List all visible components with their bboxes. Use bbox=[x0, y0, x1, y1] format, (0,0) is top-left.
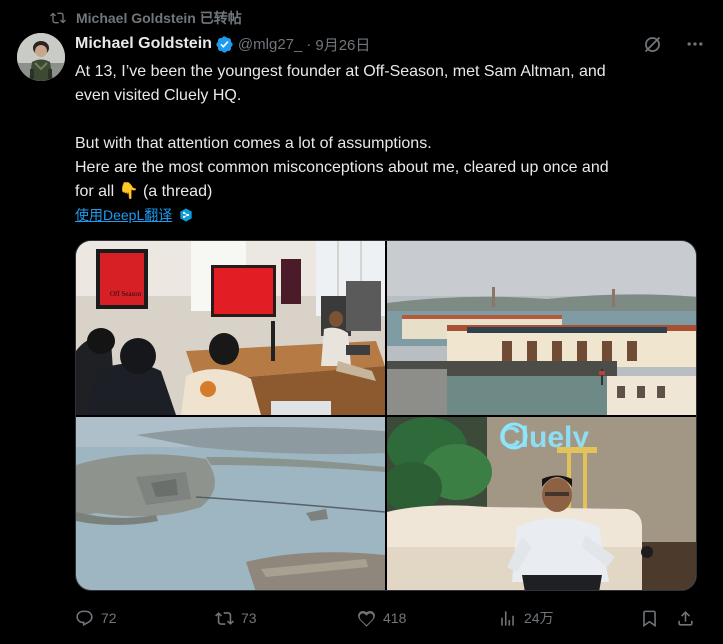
tweet-line-5: Here are the most common misconceptions … bbox=[75, 159, 609, 176]
tweet-line-2: even visited Cluely HQ. bbox=[75, 87, 242, 104]
like-count: 418 bbox=[383, 610, 407, 626]
avatar[interactable] bbox=[17, 33, 65, 81]
tweet-line-1: At 13, I’ve been the youngest founder at… bbox=[75, 63, 606, 80]
repost-icon bbox=[215, 611, 234, 625]
views-count: 24万 bbox=[524, 610, 554, 626]
reply-button[interactable]: 72 bbox=[75, 609, 117, 628]
tweet-header: Michael Goldstein @mlg27_ · 9月26日 bbox=[75, 33, 705, 55]
office-presentation-photo[interactable]: Off Season bbox=[76, 241, 385, 415]
translate-link[interactable]: 使用DeepL翻译 bbox=[75, 205, 194, 225]
retweet-banner-text: Michael Goldstein 已转帖 bbox=[76, 10, 242, 26]
repost-count: 73 bbox=[241, 610, 257, 626]
author-name[interactable]: Michael Goldstein bbox=[75, 35, 212, 53]
tweet-date[interactable]: 9月26日 bbox=[315, 34, 370, 55]
office-sign-text: Off Season bbox=[110, 290, 142, 298]
share-button[interactable] bbox=[676, 609, 695, 628]
grok-icon[interactable] bbox=[642, 34, 663, 55]
retweet-banner[interactable]: Michael Goldstein 已转帖 bbox=[50, 8, 242, 28]
reply-icon bbox=[76, 610, 93, 626]
author-handle[interactable]: @mlg27_ bbox=[238, 36, 302, 53]
tweet-body: At 13, I’ve been the youngest founder at… bbox=[75, 60, 705, 204]
translate-label[interactable]: 使用DeepL翻译 bbox=[75, 205, 172, 225]
tweet-actions: 72 73 418 24万 bbox=[75, 606, 697, 630]
cluely-hq-photo[interactable]: Cluely bbox=[387, 417, 696, 590]
like-button[interactable]: 418 bbox=[357, 609, 406, 628]
reply-count: 72 bbox=[101, 610, 117, 626]
tweet-paragraph-gap bbox=[75, 108, 705, 132]
pier-bay-photo[interactable] bbox=[387, 241, 696, 415]
more-options-icon[interactable] bbox=[685, 34, 705, 54]
media-grid: Off Season Cluely bbox=[75, 240, 697, 591]
repost-button[interactable]: 73 bbox=[215, 609, 257, 628]
tweet-line-4: But with that attention comes a lot of a… bbox=[75, 135, 432, 152]
heart-icon bbox=[358, 610, 375, 627]
retweet-icon bbox=[50, 12, 66, 24]
tweet-line-6: for all 👇 (a thread) bbox=[75, 183, 213, 200]
header-separator: · bbox=[306, 35, 312, 53]
deepl-icon bbox=[180, 208, 192, 222]
verified-badge-icon[interactable] bbox=[215, 35, 234, 54]
views-chart-icon bbox=[501, 610, 514, 626]
share-icon bbox=[678, 610, 693, 626]
views-button[interactable]: 24万 bbox=[498, 608, 554, 628]
tweet-card[interactable]: Michael Goldstein 已转帖 Michael Goldstein … bbox=[0, 0, 723, 644]
bookmark-icon bbox=[643, 610, 656, 627]
aerial-city-photo[interactable] bbox=[76, 417, 385, 590]
bookmark-button[interactable] bbox=[640, 609, 659, 628]
